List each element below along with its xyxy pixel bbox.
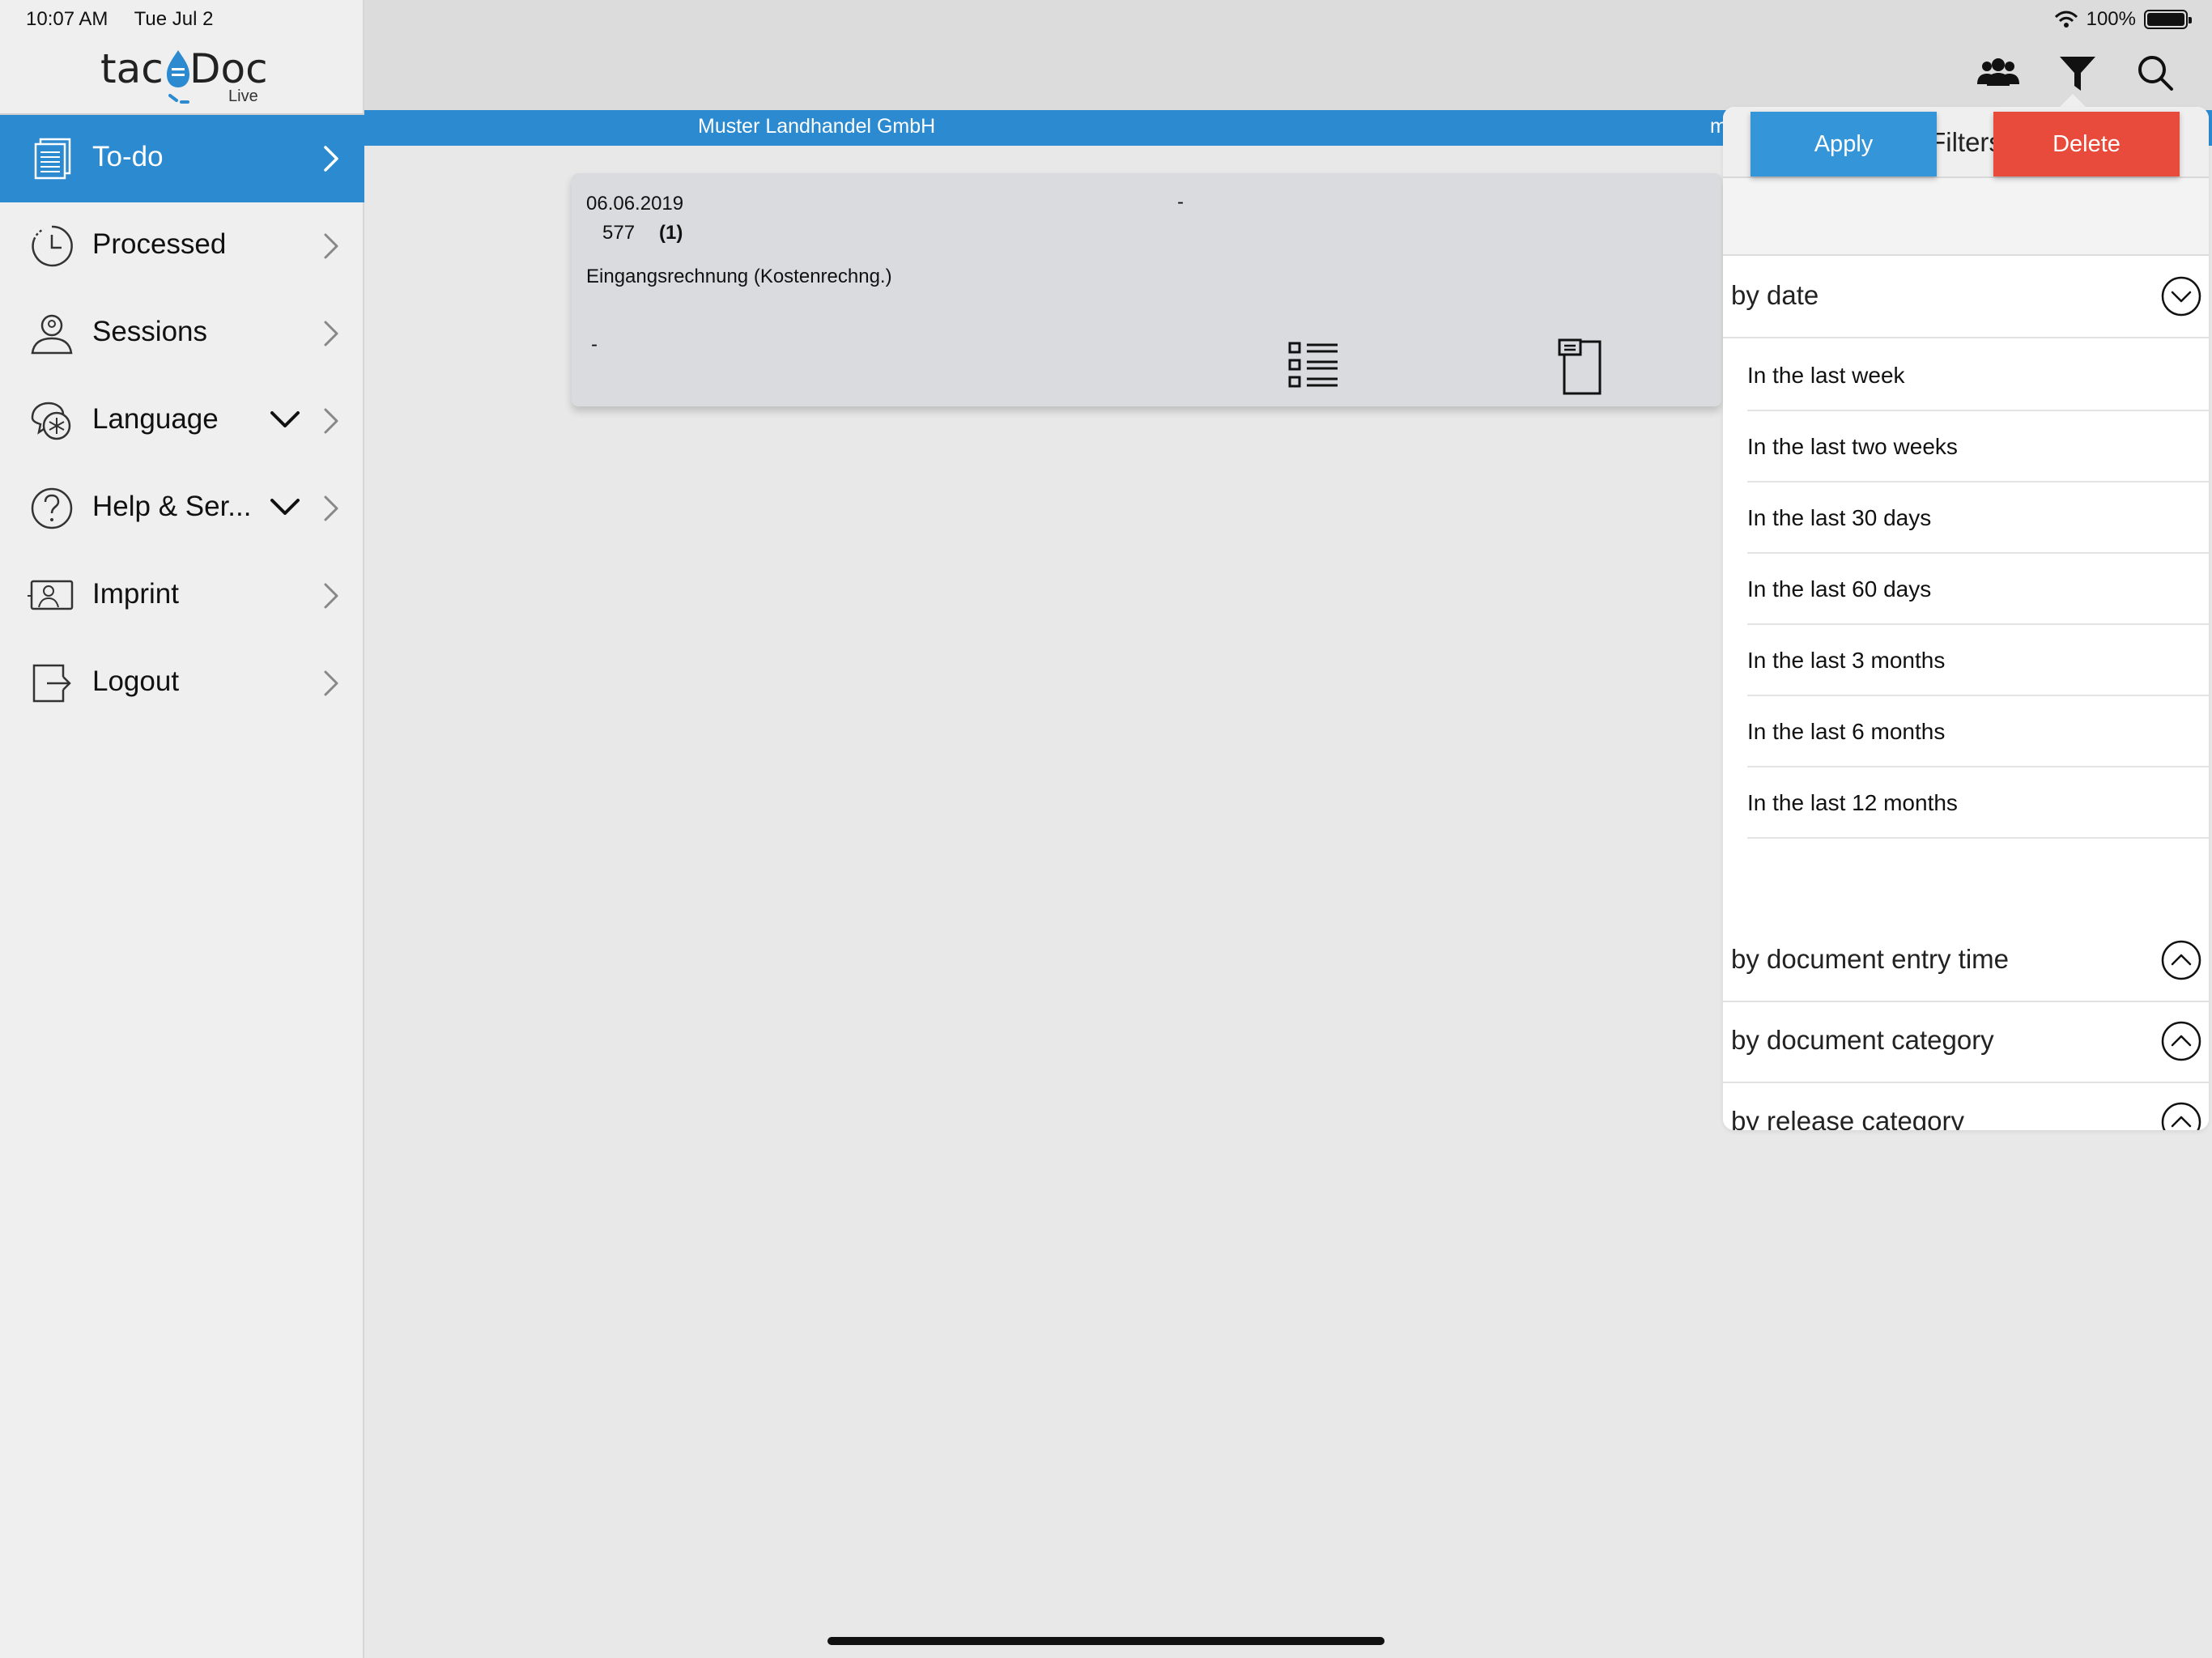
status-time: 10:07 AM [26, 8, 108, 30]
sidebar-item-imprint[interactable]: Imprint [0, 552, 364, 640]
history-clock-icon [32, 225, 73, 267]
status-date: Tue Jul 2 [134, 8, 214, 30]
filter-option-label: In the last 6 months [1747, 719, 1946, 744]
logo-drop-icon [167, 50, 189, 104]
filter-icon[interactable] [2055, 52, 2100, 94]
logo-text-tac: tac [100, 45, 164, 92]
sidebar-item-label: Sessions [92, 316, 208, 347]
search-icon[interactable] [2133, 52, 2178, 94]
app-logo: tac Doc Live [100, 42, 270, 107]
filter-option-last-30-days[interactable]: In the last 30 days [1747, 483, 2209, 554]
filter-section-document-category[interactable]: by document category [1723, 1002, 2209, 1083]
status-bar-left: 10:07 AM Tue Jul 2 [26, 8, 234, 31]
logout-icon [32, 664, 71, 703]
sidebar-item-label: Language [92, 403, 219, 435]
chevron-up-circle-icon[interactable] [2160, 939, 2202, 981]
sidebar-item-logout[interactable]: Logout [0, 640, 364, 727]
filter-option-last-two-weeks[interactable]: In the last two weeks [1747, 411, 2209, 483]
speech-bubbles-icon [31, 402, 71, 440]
sidebar-item-label: Help & Ser... [92, 491, 252, 522]
apply-button[interactable]: Apply [1750, 112, 1937, 176]
document-card[interactable]: 06.06.2019 - 577 (1) Eingangsrechnung (K… [572, 173, 1721, 406]
filter-section-entry-time[interactable]: by document entry time [1723, 921, 2209, 1002]
filter-section-label: by release category [1731, 1106, 1964, 1130]
question-circle-icon [31, 487, 73, 529]
filter-section-label: by document category [1731, 1025, 1994, 1055]
filter-option-last-6-months[interactable]: In the last 6 months [1747, 696, 2209, 767]
chevron-right-icon [324, 233, 338, 259]
delete-button[interactable]: Delete [1993, 112, 2180, 176]
document-date: 06.06.2019 [586, 193, 684, 215]
filter-section-release-category[interactable]: by release category [1723, 1083, 2209, 1130]
chevron-down-circle-icon[interactable] [2160, 275, 2202, 317]
filter-popover-title: Filters [1929, 127, 2002, 157]
list-details-icon[interactable] [1287, 340, 1339, 390]
top-bar: 100% [364, 0, 2212, 110]
user-badge-icon [31, 314, 73, 355]
wifi-icon [2054, 11, 2078, 28]
sidebar-item-label: Processed [92, 228, 227, 260]
document-field-bottom: - [591, 334, 598, 355]
sidebar-item-help-service[interactable]: Help & Ser... [0, 465, 364, 552]
chevron-up-circle-icon[interactable] [2160, 1020, 2202, 1062]
filter-popover: Filters by date In the last week In the … [1723, 107, 2209, 1130]
company-name: Muster Landhandel GmbH [698, 115, 936, 138]
sidebar-item-language[interactable]: Language [0, 377, 364, 465]
chevron-right-icon [324, 670, 338, 696]
filter-option-label: In the last week [1747, 363, 1905, 388]
document-type: Eingangsrechnung (Kostenrechng.) [586, 266, 892, 287]
users-icon[interactable] [1976, 52, 2021, 94]
sidebar-item-todo[interactable]: To-do [0, 115, 364, 202]
sidebar-item-label: Logout [92, 665, 180, 697]
document-field-top: - [1177, 191, 1184, 213]
chevron-down-icon[interactable] [269, 495, 301, 520]
sidebar-item-sessions[interactable]: Sessions [0, 290, 364, 377]
document-count: (1) [659, 222, 683, 244]
sidebar-menu: To-do Processed Sessions Language Help &… [0, 115, 364, 727]
battery-icon [2144, 10, 2192, 29]
chevron-right-icon [324, 495, 338, 521]
filter-option-label: In the last 3 months [1747, 648, 1946, 673]
document-number: 577 [602, 222, 636, 244]
filter-section-label: by date [1731, 280, 1819, 310]
filter-option-label: In the last two weeks [1747, 434, 1958, 459]
chevron-right-icon [324, 146, 338, 172]
filter-option-last-60-days[interactable]: In the last 60 days [1747, 554, 2209, 625]
logo-text-doc: Doc [189, 45, 268, 92]
home-indicator[interactable] [827, 1637, 1385, 1645]
chevron-right-icon [324, 408, 338, 434]
chevron-down-icon[interactable] [269, 408, 301, 432]
chevron-up-circle-icon[interactable] [2160, 1101, 2202, 1130]
document-attachment-icon[interactable] [1558, 338, 1606, 397]
sidebar-item-processed[interactable]: Processed [0, 202, 364, 290]
id-card-icon [28, 580, 74, 610]
filter-option-last-week[interactable]: In the last week [1747, 340, 2209, 411]
filter-option-label: In the last 30 days [1747, 505, 1932, 530]
filter-option-last-3-months[interactable]: In the last 3 months [1747, 625, 2209, 696]
status-bar-right: 100% [2054, 8, 2192, 31]
sidebar: 10:07 AM Tue Jul 2 tac Doc Live To-do Pr… [0, 0, 364, 1658]
chevron-right-icon [324, 583, 338, 609]
chevron-right-icon [324, 321, 338, 346]
sidebar-item-label: To-do [92, 141, 164, 172]
logo-text-live: Live [228, 87, 258, 105]
documents-icon [34, 138, 71, 180]
filter-actions [1723, 178, 2209, 256]
filter-option-label: In the last 12 months [1747, 790, 1958, 815]
filter-section-label: by document entry time [1731, 944, 2009, 974]
filter-option-last-12-months[interactable]: In the last 12 months [1747, 767, 2209, 839]
battery-percent: 100% [2086, 8, 2136, 30]
filter-option-label: In the last 60 days [1747, 576, 1932, 602]
sidebar-item-label: Imprint [92, 578, 179, 610]
filter-section-by-date[interactable]: by date [1723, 257, 2209, 338]
